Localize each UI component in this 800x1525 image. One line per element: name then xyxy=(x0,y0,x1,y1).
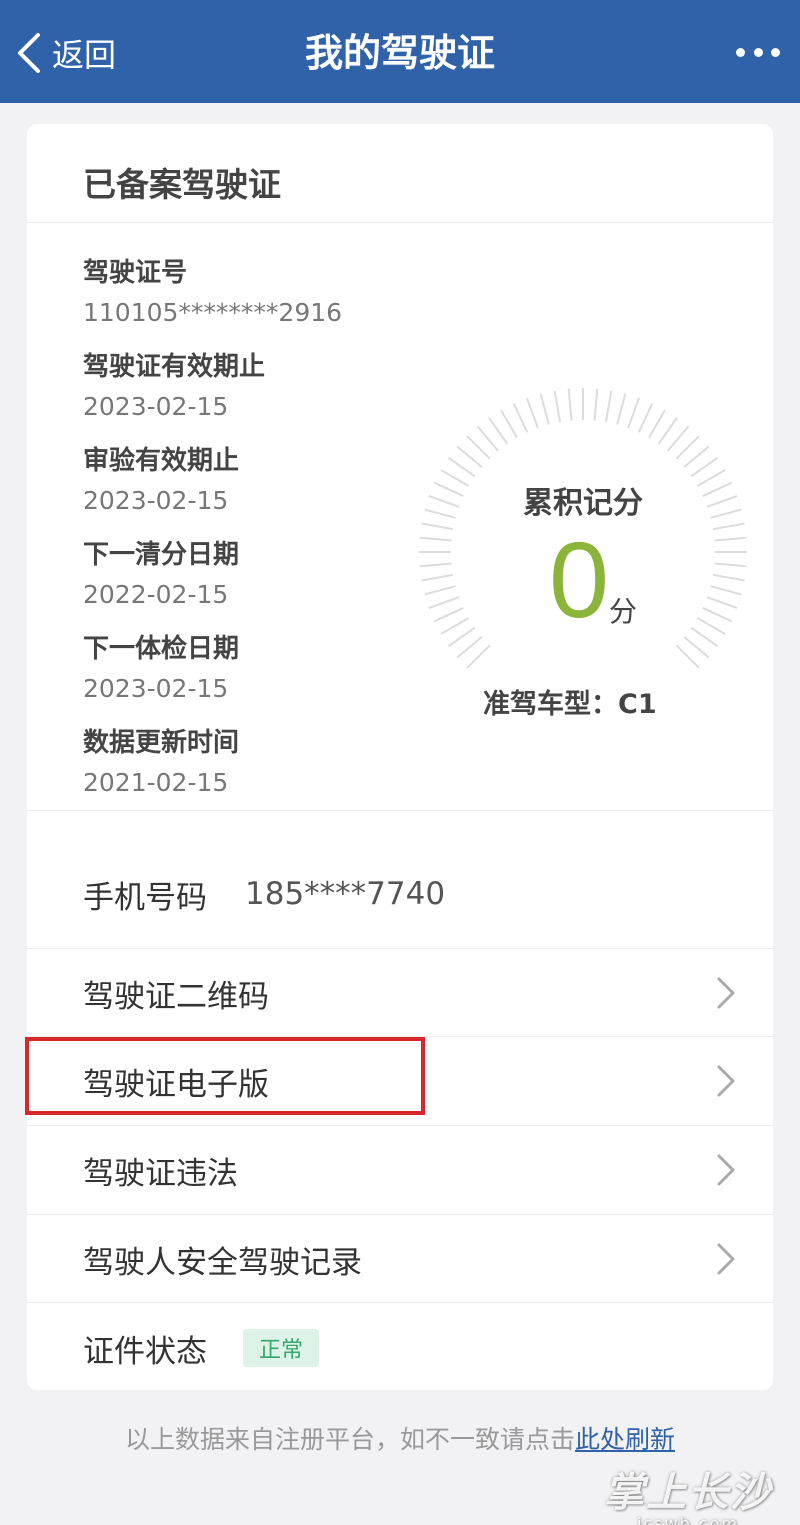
gauge-tick xyxy=(675,644,700,669)
score-unit: 分 xyxy=(609,595,638,628)
info-label: 下一清分日期 xyxy=(83,540,240,570)
more-menu-button[interactable] xyxy=(736,36,780,68)
gauge-tick xyxy=(648,409,666,439)
score-gauge: 累积记分 0 分 xyxy=(413,382,753,722)
score-label: 累积记分 xyxy=(523,486,643,521)
license-info: 驾驶证号 110105********2916 驾驶证有效期止 2023-02-… xyxy=(83,256,413,820)
divider xyxy=(27,1302,773,1303)
chevron-right-icon xyxy=(717,977,735,1009)
gauge-tick xyxy=(456,445,483,468)
gauge-tick xyxy=(593,388,599,421)
info-label: 驾驶证有效期止 xyxy=(83,352,266,382)
chevron-right-icon xyxy=(717,1243,735,1275)
gauge-tick xyxy=(637,402,654,433)
car-type: 准驾车型：C1 xyxy=(483,689,657,720)
gauge-tick xyxy=(553,390,562,423)
gauge-tick xyxy=(702,606,733,623)
phone-value: 185****7740 xyxy=(245,876,446,912)
gauge-tick xyxy=(440,617,470,635)
footer-note: 以上数据来自注册平台，如不一致请点击此处刷新 xyxy=(0,1420,800,1456)
gauge-tick xyxy=(466,435,491,460)
gauge-tick xyxy=(448,457,476,478)
phone-row: 手机号码 185****7740 xyxy=(27,850,773,938)
gauge-tick xyxy=(690,626,718,647)
status-row: 证件状态 正常 xyxy=(27,1304,773,1392)
gauge-tick xyxy=(714,536,747,542)
highlight-box xyxy=(25,1037,425,1115)
gauge-tick xyxy=(500,409,518,439)
info-value: 2021-02-15 xyxy=(83,768,229,797)
app-header: 返回 我的驾驶证 xyxy=(0,0,800,103)
gauge-tick xyxy=(421,522,454,531)
menu-item-safety-record[interactable]: 驾驶人安全驾驶记录 xyxy=(27,1215,773,1303)
gauge-tick xyxy=(419,536,452,542)
info-value: 2023-02-15 xyxy=(83,674,229,703)
info-value: 110105********2916 xyxy=(83,298,343,327)
gauge-tick xyxy=(604,390,613,423)
menu-item-label: 驾驶证违法 xyxy=(83,1155,238,1192)
license-card: 已备案驾驶证 驾驶证号 110105********2916 驾驶证有效期止 2… xyxy=(27,124,773,1390)
footer-text: 以上数据来自注册平台，如不一致请点击 xyxy=(124,1425,575,1454)
gauge-tick xyxy=(696,617,726,635)
gauge-tick xyxy=(512,402,529,433)
info-value: 2023-02-15 xyxy=(83,392,229,421)
score-value: 0 xyxy=(549,519,610,640)
gauge-tick xyxy=(419,562,452,568)
gauge-tick xyxy=(710,585,742,596)
gauge-tick xyxy=(706,596,738,610)
page-title: 我的驾驶证 xyxy=(304,31,495,75)
gauge-tick xyxy=(690,457,718,478)
gauge-tick xyxy=(525,397,539,429)
gauge-tick xyxy=(421,573,454,582)
menu-item-qrcode[interactable]: 驾驶证二维码 xyxy=(27,949,773,1037)
more-dot-icon xyxy=(753,47,763,57)
gauge-tick xyxy=(714,562,747,568)
menu-item-violations[interactable]: 驾驶证违法 xyxy=(27,1126,773,1214)
divider xyxy=(27,222,773,223)
info-label: 下一体检日期 xyxy=(83,634,240,664)
gauge-tick xyxy=(539,393,550,425)
gauge-tick xyxy=(448,626,476,647)
divider xyxy=(27,810,773,811)
chevron-right-icon xyxy=(717,1065,735,1097)
info-label: 数据更新时间 xyxy=(83,728,240,758)
more-dot-icon xyxy=(771,47,780,57)
chevron-right-icon xyxy=(717,1154,735,1186)
gauge-tick xyxy=(456,636,483,659)
gauge-tick xyxy=(712,522,745,531)
menu-item-label: 驾驶人安全驾驶记录 xyxy=(83,1244,362,1281)
gauge-tick xyxy=(683,445,710,468)
gauge-tick xyxy=(433,606,464,623)
gauge-tick xyxy=(466,644,491,669)
gauge-tick xyxy=(476,425,499,452)
gauge-tick xyxy=(488,417,509,445)
card-title: 已备案驾驶证 xyxy=(83,165,281,204)
refresh-link[interactable]: 此处刷新 xyxy=(575,1425,675,1454)
more-dot-icon xyxy=(736,47,745,57)
gauge-tick xyxy=(667,425,690,452)
info-label: 审验有效期止 xyxy=(83,446,240,476)
gauge-tick xyxy=(683,636,710,659)
gauge-tick xyxy=(675,435,700,460)
info-label: 驾驶证号 xyxy=(83,258,188,288)
gauge-tick xyxy=(567,388,573,421)
watermark-logo: 掌上长沙 icswb.com xyxy=(604,1460,772,1525)
status-badge: 正常 xyxy=(243,1329,320,1367)
gauge-tick xyxy=(657,417,678,445)
phone-label: 手机号码 xyxy=(83,879,207,916)
gauge-tick xyxy=(712,573,745,582)
info-value: 2022-02-15 xyxy=(83,580,229,609)
status-label: 证件状态 xyxy=(83,1333,207,1370)
gauge-tick xyxy=(627,397,641,429)
gauge-tick xyxy=(424,585,456,596)
menu-item-label: 驾驶证二维码 xyxy=(83,978,269,1015)
gauge-tick xyxy=(428,596,460,610)
watermark-main: 掌上长沙 xyxy=(604,1470,772,1516)
info-value: 2023-02-15 xyxy=(83,486,229,515)
gauge-tick xyxy=(616,393,627,425)
